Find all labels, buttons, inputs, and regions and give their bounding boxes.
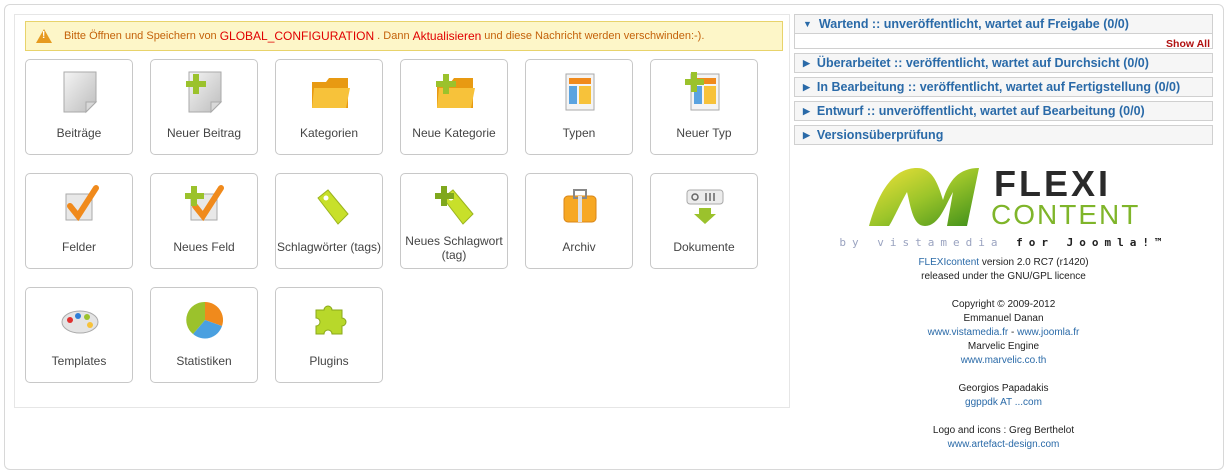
tile-label: Plugins bbox=[309, 354, 349, 368]
notice-text-before: Bitte Öffnen und Speichern von bbox=[64, 30, 217, 42]
tile-archive[interactable]: Archiv bbox=[525, 173, 633, 269]
contributor-line: Georgios Papadakis bbox=[958, 383, 1049, 394]
tile-label: Neues Feld bbox=[173, 240, 235, 254]
triangle-right-icon: ▶ bbox=[803, 129, 810, 140]
tile-tags[interactable]: Schlagwörter (tags) bbox=[275, 173, 383, 269]
logo-by-text: by vistamedia bbox=[839, 236, 1004, 249]
panel-label: Wartend :: unveröffentlicht, wartet auf … bbox=[818, 17, 1129, 31]
flexicontent-link[interactable]: FLEXIcontent bbox=[918, 257, 979, 268]
joomla-link[interactable]: www.joomla.fr bbox=[1017, 327, 1079, 338]
notice-text-middle: . Dann bbox=[377, 30, 410, 42]
panel-label: Entwurf :: unveröffentlicht, wartet auf … bbox=[816, 104, 1145, 118]
version-line: FLEXIcontent version 2.0 RC7 (r1420) bbox=[794, 256, 1213, 270]
triangle-right-icon: ▶ bbox=[803, 81, 810, 92]
logo-for-text: for Joomla!™ bbox=[1016, 236, 1168, 249]
tile-items[interactable]: Beiträge bbox=[25, 59, 133, 155]
contributor-email-link[interactable]: ggppdk AT ...com bbox=[965, 397, 1042, 408]
link-separator: - bbox=[1008, 327, 1018, 338]
checkbox-icon bbox=[65, 185, 99, 222]
panel-label: Überarbeitet :: veröffentlicht, wartet a… bbox=[816, 56, 1149, 70]
new-folder-icon bbox=[436, 74, 475, 108]
status-panels: ▼ Wartend :: unveröffentlicht, wartet au… bbox=[794, 14, 1213, 149]
control-panel: Bitte Öffnen und Speichern von GLOBAL_CO… bbox=[14, 14, 790, 408]
tile-label: Kategorien bbox=[299, 126, 359, 140]
marvelic-link[interactable]: www.marvelic.co.th bbox=[961, 355, 1047, 366]
pending-content: Show All bbox=[794, 34, 1213, 50]
panel-in-progress[interactable]: ▶ In Bearbeitung :: veröffentlicht, wart… bbox=[794, 77, 1213, 97]
tile-label: Archiv bbox=[562, 240, 596, 254]
copyright-line: Copyright © 2009-2012 bbox=[951, 299, 1056, 310]
tile-categories[interactable]: Kategorien bbox=[275, 59, 383, 155]
tile-label: Dokumente bbox=[673, 240, 735, 254]
triangle-right-icon: ▶ bbox=[803, 105, 810, 116]
show-all-link[interactable]: Show All bbox=[1166, 38, 1212, 50]
vistamedia-link[interactable]: www.vistamedia.fr bbox=[928, 327, 1009, 338]
author-line: Emmanuel Danan bbox=[963, 313, 1044, 324]
new-tag-icon bbox=[435, 186, 474, 225]
tile-new-item[interactable]: Neuer Beitrag bbox=[150, 59, 258, 155]
panel-version-check[interactable]: ▶ Versionsüberprüfung bbox=[794, 125, 1213, 145]
puzzle-icon bbox=[315, 305, 347, 335]
new-document-icon bbox=[186, 71, 223, 114]
tile-label: Statistiken bbox=[176, 354, 232, 368]
flexicontent-logo: FLEXI CONTENT by vistamedia for Joomla!™ bbox=[794, 160, 1213, 256]
tile-label: Typen bbox=[562, 126, 596, 140]
panel-label: In Bearbeitung :: veröffentlicht, wartet… bbox=[816, 80, 1181, 94]
panel-label: Versionsüberprüfung bbox=[816, 128, 944, 142]
triangle-down-icon: ▼ bbox=[803, 19, 812, 29]
tile-label: Neues Schlagwort (tag) bbox=[405, 234, 503, 262]
config-notice: Bitte Öffnen und Speichern von GLOBAL_CO… bbox=[25, 21, 783, 51]
tile-fields[interactable]: Felder bbox=[25, 173, 133, 269]
tile-plugins[interactable]: Plugins bbox=[275, 287, 383, 383]
warning-icon bbox=[36, 29, 52, 43]
tile-label: Neuer Typ bbox=[676, 126, 732, 140]
tile-templates[interactable]: Templates bbox=[25, 287, 133, 383]
icons-credit-line: Logo and icons : Greg Berthelot bbox=[932, 425, 1075, 436]
types-icon bbox=[565, 73, 595, 111]
archive-icon bbox=[563, 189, 597, 223]
author-links: www.vistamedia.fr - www.joomla.fr bbox=[794, 326, 1213, 340]
panel-revised[interactable]: ▶ Überarbeitet :: veröffentlicht, wartet… bbox=[794, 53, 1213, 73]
credits-block: FLEXI CONTENT by vistamedia for Joomla!™… bbox=[794, 160, 1213, 452]
tile-label: Neuer Beitrag bbox=[166, 126, 242, 140]
global-configuration-link[interactable]: GLOBAL_CONFIGURATION bbox=[220, 29, 374, 43]
licence-line: released under the GNU/GPL licence bbox=[921, 271, 1086, 282]
tile-label: Beiträge bbox=[56, 126, 102, 140]
new-type-icon bbox=[685, 72, 720, 111]
tile-new-category[interactable]: Neue Kategorie bbox=[400, 59, 508, 155]
tile-documents[interactable]: Dokumente bbox=[650, 173, 758, 269]
tile-statistics[interactable]: Statistiken bbox=[150, 287, 258, 383]
tile-label: Felder bbox=[61, 240, 96, 254]
refresh-link[interactable]: Aktualisieren bbox=[413, 29, 482, 43]
logo-byline: by vistamedia for Joomla!™ bbox=[794, 236, 1213, 250]
panel-draft[interactable]: ▶ Entwurf :: unveröffentlicht, wartet au… bbox=[794, 101, 1213, 121]
tag-icon bbox=[317, 189, 349, 225]
tile-new-tag[interactable]: Neues Schlagwort (tag) bbox=[400, 173, 508, 269]
document-icon bbox=[63, 71, 98, 114]
logo-word-content: CONTENT bbox=[991, 199, 1140, 230]
tile-new-field[interactable]: Neues Feld bbox=[150, 173, 258, 269]
tile-new-type[interactable]: Neuer Typ bbox=[650, 59, 758, 155]
documents-icon bbox=[686, 189, 724, 224]
tile-label: Templates bbox=[51, 354, 107, 368]
palette-icon bbox=[61, 310, 99, 334]
tile-label: Schlagwörter (tags) bbox=[276, 240, 382, 254]
version-text: version 2.0 RC7 (r1420) bbox=[981, 257, 1089, 268]
folder-icon bbox=[312, 78, 350, 108]
new-field-icon bbox=[185, 185, 224, 222]
tile-label: Neue Kategorie bbox=[412, 126, 496, 140]
tile-types[interactable]: Typen bbox=[525, 59, 633, 155]
artefact-link[interactable]: www.artefact-design.com bbox=[948, 439, 1060, 450]
pie-chart-icon bbox=[186, 301, 224, 339]
notice-text-after: und diese Nachricht werden verschwinden:… bbox=[484, 30, 705, 42]
panel-pending[interactable]: ▼ Wartend :: unveröffentlicht, wartet au… bbox=[794, 14, 1213, 34]
engine-line: Marvelic Engine bbox=[967, 341, 1040, 352]
triangle-right-icon: ▶ bbox=[803, 57, 810, 68]
logo-word-flexi: FLEXI bbox=[994, 163, 1111, 204]
